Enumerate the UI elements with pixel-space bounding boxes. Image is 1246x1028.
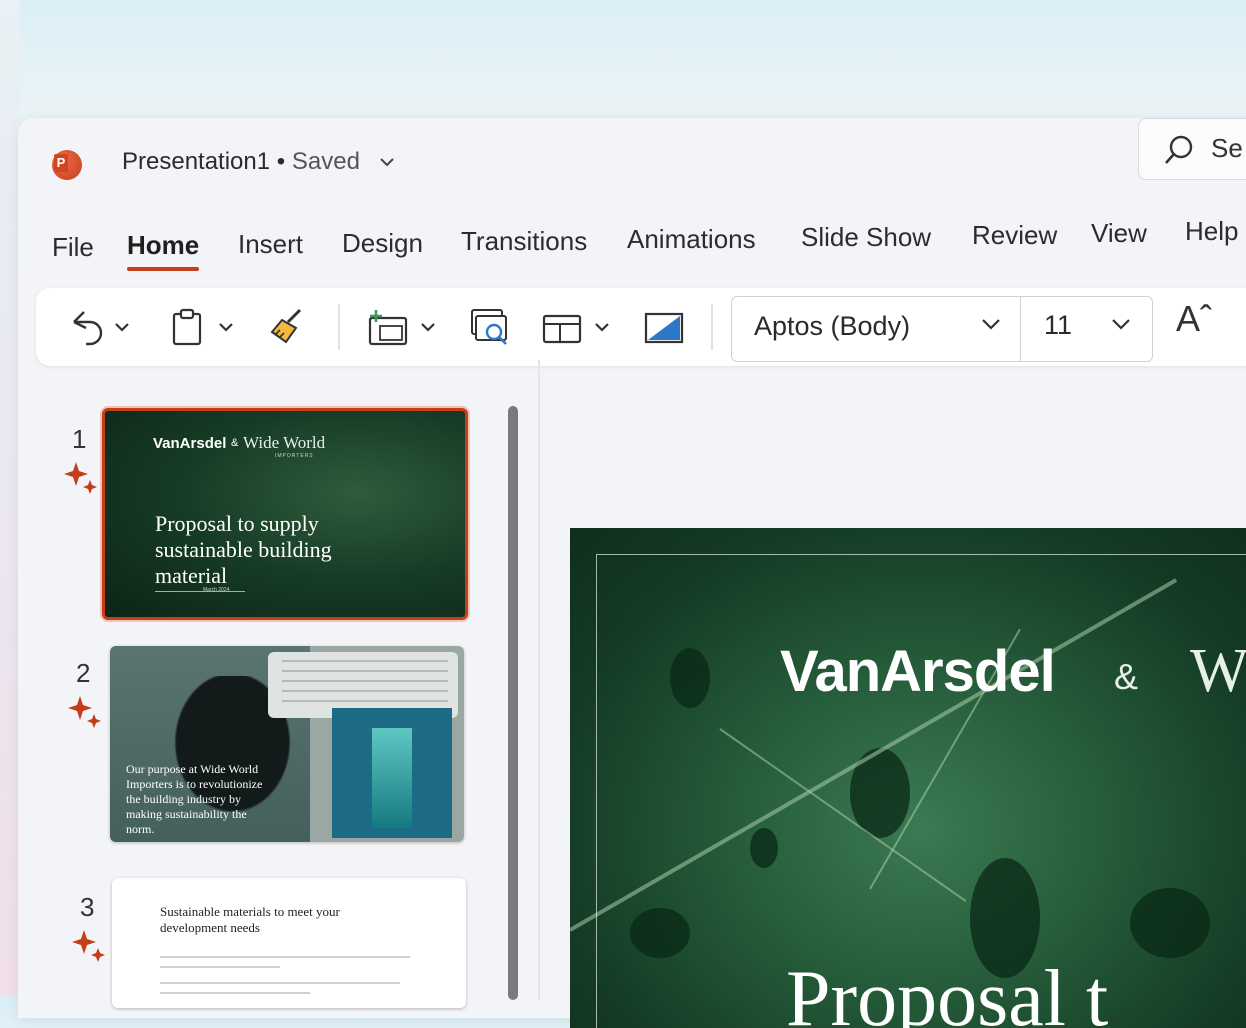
- format-painter-icon: [270, 308, 302, 344]
- paste-icon: [172, 308, 233, 346]
- thumb-title: Proposal to supply sustainable building …: [155, 511, 332, 588]
- reuse-slides-icon: [471, 309, 507, 345]
- document-title[interactable]: Presentation1 • Saved: [122, 148, 395, 176]
- ribbon-tabs: File Home Insert Design Transitions Anim…: [18, 210, 1246, 271]
- background-icon: [644, 312, 684, 344]
- paste-button[interactable]: [168, 306, 238, 350]
- slide-brand: VanArsdel: [780, 639, 1056, 704]
- toolbar-divider: [711, 304, 713, 350]
- thumb-date: March 2024: [203, 587, 230, 593]
- thumb-heading: Sustainable materials to meet your devel…: [160, 904, 340, 935]
- tab-review[interactable]: Review: [972, 220, 1057, 251]
- slide-thumbnail-2[interactable]: Our purpose at Wide World Importers is t…: [110, 646, 464, 842]
- chevron-down-icon[interactable]: [980, 317, 1002, 331]
- search-icon: [1165, 135, 1193, 164]
- search-box[interactable]: Se: [1138, 118, 1246, 180]
- thumb-divider: [155, 591, 245, 592]
- search-placeholder: Se: [1211, 133, 1243, 163]
- font-size[interactable]: 11: [1044, 310, 1072, 341]
- background-edge: [0, 0, 20, 995]
- format-background-button[interactable]: [642, 306, 688, 350]
- thumb-text: Our purpose at Wide World Importers is t…: [126, 762, 263, 836]
- thumb-partner-sub: IMPORTERS: [275, 453, 314, 459]
- save-status: Saved: [291, 148, 360, 175]
- thumb-amp: &: [231, 437, 239, 449]
- tab-help[interactable]: Help: [1185, 216, 1238, 247]
- toolbar-divider: [338, 304, 340, 350]
- font-selector[interactable]: Aptos (Body) 11: [731, 296, 1153, 362]
- tab-slide-show[interactable]: Slide Show: [801, 222, 931, 253]
- format-painter-button[interactable]: [266, 306, 310, 350]
- slide-partner: W: [1190, 637, 1246, 705]
- thumb-partner: Wide World: [243, 433, 326, 452]
- grow-font-button[interactable]: Aˆ: [1176, 298, 1212, 340]
- title-bar: P Presentation1 • Saved Se: [18, 118, 1246, 204]
- reuse-slides-button[interactable]: [468, 306, 514, 350]
- slide-amp: &: [1114, 656, 1139, 697]
- tab-insert[interactable]: Insert: [238, 229, 303, 260]
- sparkle-icon: [72, 930, 105, 962]
- layout-icon: [542, 314, 609, 344]
- slide-number: 1: [72, 424, 87, 454]
- tab-transitions[interactable]: Transitions: [461, 226, 587, 257]
- tab-animations[interactable]: Animations: [627, 224, 756, 255]
- font-name: Aptos (Body): [754, 311, 911, 341]
- sparkle-icon: [64, 462, 97, 494]
- new-slide-icon: [368, 310, 435, 346]
- undo-button[interactable]: [64, 306, 134, 350]
- tab-file[interactable]: File: [52, 232, 94, 263]
- title-separator: •: [276, 148, 286, 175]
- tab-home[interactable]: Home: [127, 230, 200, 271]
- slide-title: Proposal t: [786, 955, 1109, 1028]
- slide-number: 2: [76, 658, 91, 688]
- chevron-down-icon[interactable]: [1110, 317, 1132, 331]
- thumb-product-photo: [332, 708, 452, 838]
- pane-divider[interactable]: [538, 360, 540, 1000]
- undo-icon: [73, 311, 129, 346]
- sparkle-icon: [68, 696, 101, 728]
- new-slide-button[interactable]: [364, 306, 444, 350]
- font-divider: [1020, 297, 1021, 361]
- home-toolbar: Aptos (Body) 11 Aˆ: [36, 288, 1246, 366]
- document-name: Presentation1: [122, 148, 271, 175]
- powerpoint-icon[interactable]: P: [52, 150, 82, 180]
- slide-canvas[interactable]: VanArsdel & W Proposal t: [570, 528, 1246, 1028]
- tab-view[interactable]: View: [1091, 218, 1147, 249]
- slide-thumbnail-1[interactable]: VanArsdel & Wide World IMPORTERS Proposa…: [102, 408, 468, 620]
- layout-button[interactable]: [540, 306, 620, 350]
- tab-design[interactable]: Design: [342, 228, 423, 259]
- slide-number: 3: [80, 892, 95, 922]
- slide-thumbnail-3[interactable]: Sustainable materials to meet your devel…: [112, 878, 466, 1008]
- chevron-down-icon[interactable]: [379, 151, 395, 172]
- thumbnail-scrollbar[interactable]: [508, 406, 518, 1000]
- thumb-brand: VanArsdel: [153, 435, 227, 452]
